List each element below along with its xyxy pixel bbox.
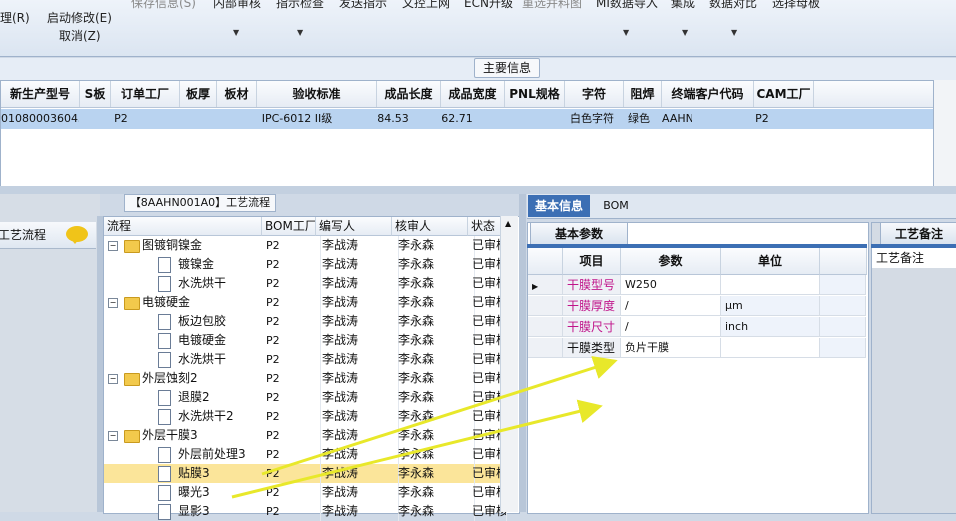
arrow-1	[261, 356, 618, 476]
arrow-2	[231, 399, 603, 499]
annotation-arrows	[231, 356, 618, 499]
